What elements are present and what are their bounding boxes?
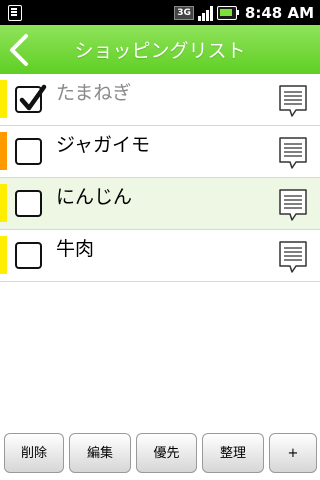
priority-indicator — [0, 132, 7, 170]
priority-indicator — [0, 80, 7, 118]
item-checkbox[interactable] — [15, 242, 42, 269]
priority-button[interactable]: 優先 — [136, 433, 197, 473]
checkmark-icon — [19, 84, 47, 111]
item-label: ジャガイモ — [56, 134, 151, 156]
item-label: 牛肉 — [56, 238, 95, 260]
organize-button[interactable]: 整理 — [202, 433, 264, 473]
battery-icon — [216, 5, 239, 20]
note-icon[interactable] — [278, 84, 308, 118]
network-3g-icon: 3G — [174, 5, 194, 20]
item-checkbox[interactable] — [15, 84, 47, 113]
status-time: 8:48 AM — [244, 3, 314, 22]
shopping-list: たまねぎ ジャガイモ にんじん 牛肉 — [0, 74, 320, 282]
note-icon[interactable] — [278, 188, 308, 222]
note-icon[interactable] — [278, 240, 308, 274]
priority-indicator — [0, 236, 7, 274]
item-checkbox[interactable] — [15, 138, 42, 165]
bottom-toolbar: 削除 編集 優先 整理 + — [0, 426, 320, 480]
sd-card-icon — [8, 4, 22, 21]
edit-button[interactable]: 編集 — [69, 433, 131, 473]
signal-icon — [197, 5, 213, 21]
status-icons: 3G 8:48 AM — [174, 3, 314, 22]
delete-button[interactable]: 削除 — [4, 433, 64, 473]
item-checkbox[interactable] — [15, 190, 42, 217]
page-title: ショッピングリスト — [74, 40, 246, 62]
item-label: にんじん — [56, 186, 133, 208]
title-bar: ショッピングリスト — [0, 25, 320, 74]
list-item[interactable]: にんじん — [0, 178, 320, 230]
note-icon[interactable] — [278, 136, 308, 170]
list-item[interactable]: たまねぎ — [0, 74, 320, 126]
item-label: たまねぎ — [56, 82, 132, 104]
add-button[interactable]: + — [269, 433, 317, 473]
priority-indicator — [0, 184, 7, 222]
list-item[interactable]: ジャガイモ — [0, 126, 320, 178]
list-item[interactable]: 牛肉 — [0, 230, 320, 282]
status-bar: 3G 8:48 AM — [0, 0, 320, 25]
